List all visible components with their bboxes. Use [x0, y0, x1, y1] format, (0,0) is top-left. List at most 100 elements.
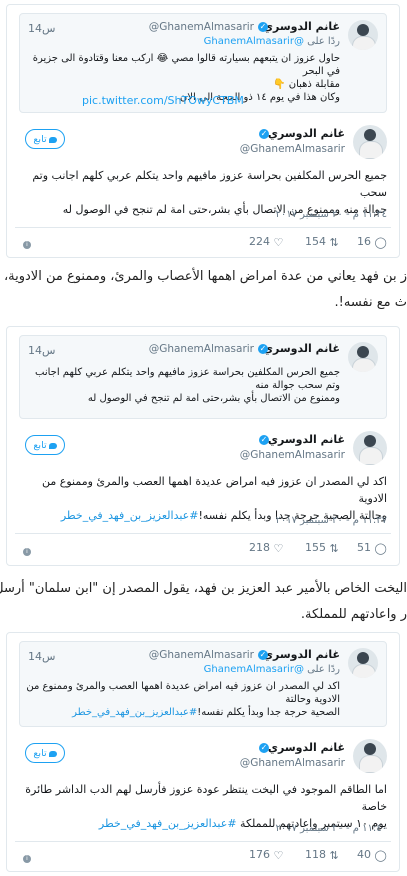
- like-action[interactable]: 224 ♡: [249, 235, 283, 249]
- tweet-line: اما الطاقم الموجود في اليخت ينتظر عودة ع…: [25, 783, 387, 813]
- retweet-count: 155: [305, 541, 326, 554]
- retweet-icon: ⇅: [329, 541, 339, 555]
- quoted-line: حاول عزوز ان يتبعهم بسيارته قالوا مصي 😂 …: [32, 53, 340, 77]
- tweet-time[interactable]: 14س: [28, 22, 55, 35]
- avatar[interactable]: [348, 648, 378, 678]
- tweet-date[interactable]: ١١:٣٤ م - ٢٠ سبتمبر ٢٠١٧: [275, 209, 387, 220]
- like-action[interactable]: 176 ♡: [249, 848, 283, 862]
- author-name[interactable]: غانم الدوسري: [268, 741, 345, 754]
- like-count: 224: [249, 235, 270, 248]
- reply-to: ردًا على @GhanemAlmasarir: [204, 36, 340, 47]
- quoted-tweet[interactable]: 14س غانم الدوسري ✓ @GhanemAlmasarir جميع…: [19, 335, 387, 419]
- reply-action[interactable]: 40 ◯: [357, 848, 387, 862]
- follow-button[interactable]: تابع: [25, 435, 65, 455]
- tweet-line: اكد لي المصدر ان عزوز فيه امراض عديدة اه…: [42, 475, 387, 505]
- verified-icon: ✓: [258, 650, 268, 660]
- reply-icon: ◯: [374, 541, 387, 555]
- article-paragraph: اليخت الخاص بالأمير عبد العزيز بن فهد، ي…: [0, 576, 407, 628]
- heart-icon: ♡: [273, 235, 284, 249]
- paragraph-line: ز بن فهد يعاني من عدة امراض اهمها الأعصا…: [3, 269, 407, 284]
- verified-icon: ✓: [258, 22, 268, 32]
- author-name[interactable]: غانم الدوسري: [268, 127, 345, 140]
- paragraph-line: ث مع نفسه!.: [334, 295, 407, 310]
- avatar[interactable]: [353, 739, 387, 773]
- retweet-count: 154: [305, 235, 326, 248]
- twitter-bird-icon: [48, 750, 57, 757]
- author-handle[interactable]: @GhanemAlmasarir: [240, 757, 345, 769]
- quoted-line-text: الصحية حرجة جدا وبدأ يكلم نفسه!: [197, 707, 340, 718]
- article-paragraph: ز بن فهد يعاني من عدة امراض اهمها الأعصا…: [4, 264, 407, 316]
- quoted-line: الصحية حرجة جدا وبدأ يكلم نفسه!#عبدالعزي…: [26, 706, 340, 719]
- author-handle[interactable]: @GhanemAlmasarir: [149, 649, 254, 661]
- reply-icon: ◯: [374, 235, 387, 249]
- reply-action[interactable]: 16 ◯: [357, 235, 387, 249]
- reply-count: 51: [357, 541, 371, 554]
- quoted-tweet[interactable]: 14س غانم الدوسري ✓ @GhanemAlmasarir ردًا…: [19, 13, 387, 113]
- author-name[interactable]: غانم الدوسري: [268, 433, 345, 446]
- divider: [15, 227, 391, 228]
- like-count: 218: [249, 541, 270, 554]
- tweet-card: 14س غانم الدوسري ✓ @GhanemAlmasarir جميع…: [6, 326, 400, 566]
- hashtag-link[interactable]: #عبدالعزيز_بن_فهد_في_خطر: [72, 707, 197, 718]
- retweet-icon: ⇅: [329, 235, 339, 249]
- tweet-line: جميع الحرس المكلفين بحراسة عزوز مافيهم و…: [32, 169, 387, 199]
- quoted-line: وممنوع من الاتصال بأي بشر،حتى امة لم تنج…: [87, 393, 340, 404]
- info-icon[interactable]: i: [23, 855, 31, 863]
- tweet-time[interactable]: 14س: [28, 344, 55, 357]
- heart-icon: ♡: [273, 541, 284, 555]
- author-handle[interactable]: @GhanemAlmasarir: [149, 21, 254, 33]
- follow-button[interactable]: تابع: [25, 129, 65, 149]
- author-handle[interactable]: @GhanemAlmasarir: [149, 343, 254, 355]
- follow-label: تابع: [33, 134, 47, 145]
- author-name[interactable]: غانم الدوسري: [263, 648, 340, 661]
- tweet-card: 14س غانم الدوسري ✓ @GhanemAlmasarir ردًا…: [6, 632, 400, 872]
- reply-handle[interactable]: @GhanemAlmasarir: [204, 664, 304, 675]
- heart-icon: ♡: [273, 848, 284, 862]
- like-count: 176: [249, 848, 270, 861]
- tweet-date[interactable]: ١١:٤٠ م - ٢٠ سبتمبر ٢٠١٧: [275, 823, 387, 834]
- reply-action[interactable]: 51 ◯: [357, 541, 387, 555]
- divider: [15, 533, 391, 534]
- author-name[interactable]: غانم الدوسري: [263, 20, 340, 33]
- paragraph-line: اليخت الخاص بالأمير عبد العزيز بن فهد، ي…: [0, 581, 407, 596]
- quoted-text: جميع الحرس المكلفين بحراسة عزوز مافيهم و…: [26, 366, 340, 405]
- retweet-icon: ⇅: [329, 848, 339, 862]
- retweet-action[interactable]: 154 ⇅: [305, 235, 339, 249]
- tweet-time[interactable]: 14س: [28, 650, 55, 663]
- avatar[interactable]: [348, 20, 378, 50]
- avatar[interactable]: [353, 125, 387, 159]
- info-icon[interactable]: i: [23, 241, 31, 249]
- quoted-text: اكد لي المصدر ان عزوز فيه امراض عديدة اه…: [26, 680, 340, 719]
- media-link[interactable]: pic.twitter.com/ShTOwyCTBM: [82, 94, 244, 107]
- verified-icon: ✓: [259, 743, 269, 753]
- author-handle[interactable]: @GhanemAlmasarir: [240, 449, 345, 461]
- follow-button[interactable]: تابع: [25, 743, 65, 763]
- paragraph-line: ر واعادتهم للمملكة.: [300, 607, 407, 622]
- retweet-action[interactable]: 118 ⇅: [305, 848, 339, 862]
- retweet-count: 118: [305, 848, 326, 861]
- verified-icon: ✓: [258, 344, 268, 354]
- hashtag-link[interactable]: #عبدالعزيز_بن_فهد_في_خطر: [61, 509, 199, 522]
- author-name[interactable]: غانم الدوسري: [263, 342, 340, 355]
- reply-count: 16: [357, 235, 371, 248]
- reply-icon: ◯: [374, 848, 387, 862]
- quoted-line: اكد لي المصدر ان عزوز فيه امراض عديدة اه…: [26, 681, 340, 705]
- info-icon[interactable]: i: [23, 548, 31, 556]
- avatar[interactable]: [348, 342, 378, 372]
- divider: [15, 841, 391, 842]
- follow-label: تابع: [33, 748, 47, 759]
- verified-icon: ✓: [259, 435, 269, 445]
- avatar[interactable]: [353, 431, 387, 465]
- retweet-action[interactable]: 155 ⇅: [305, 541, 339, 555]
- reply-handle[interactable]: @GhanemAlmasarir: [204, 36, 304, 47]
- author-handle[interactable]: @GhanemAlmasarir: [240, 143, 345, 155]
- reply-count: 40: [357, 848, 371, 861]
- twitter-bird-icon: [48, 442, 57, 449]
- reply-prefix: ردًا على: [307, 664, 340, 675]
- verified-icon: ✓: [259, 129, 269, 139]
- tweet-date[interactable]: ١١:٣٧ م - ٢٠ سبتمبر ٢٠١٧: [275, 515, 387, 526]
- twitter-bird-icon: [48, 136, 57, 143]
- hashtag-link[interactable]: #عبدالعزيز_بن_فهد_في_خطر: [99, 817, 237, 830]
- like-action[interactable]: 218 ♡: [249, 541, 283, 555]
- quoted-tweet[interactable]: 14س غانم الدوسري ✓ @GhanemAlmasarir ردًا…: [19, 641, 387, 727]
